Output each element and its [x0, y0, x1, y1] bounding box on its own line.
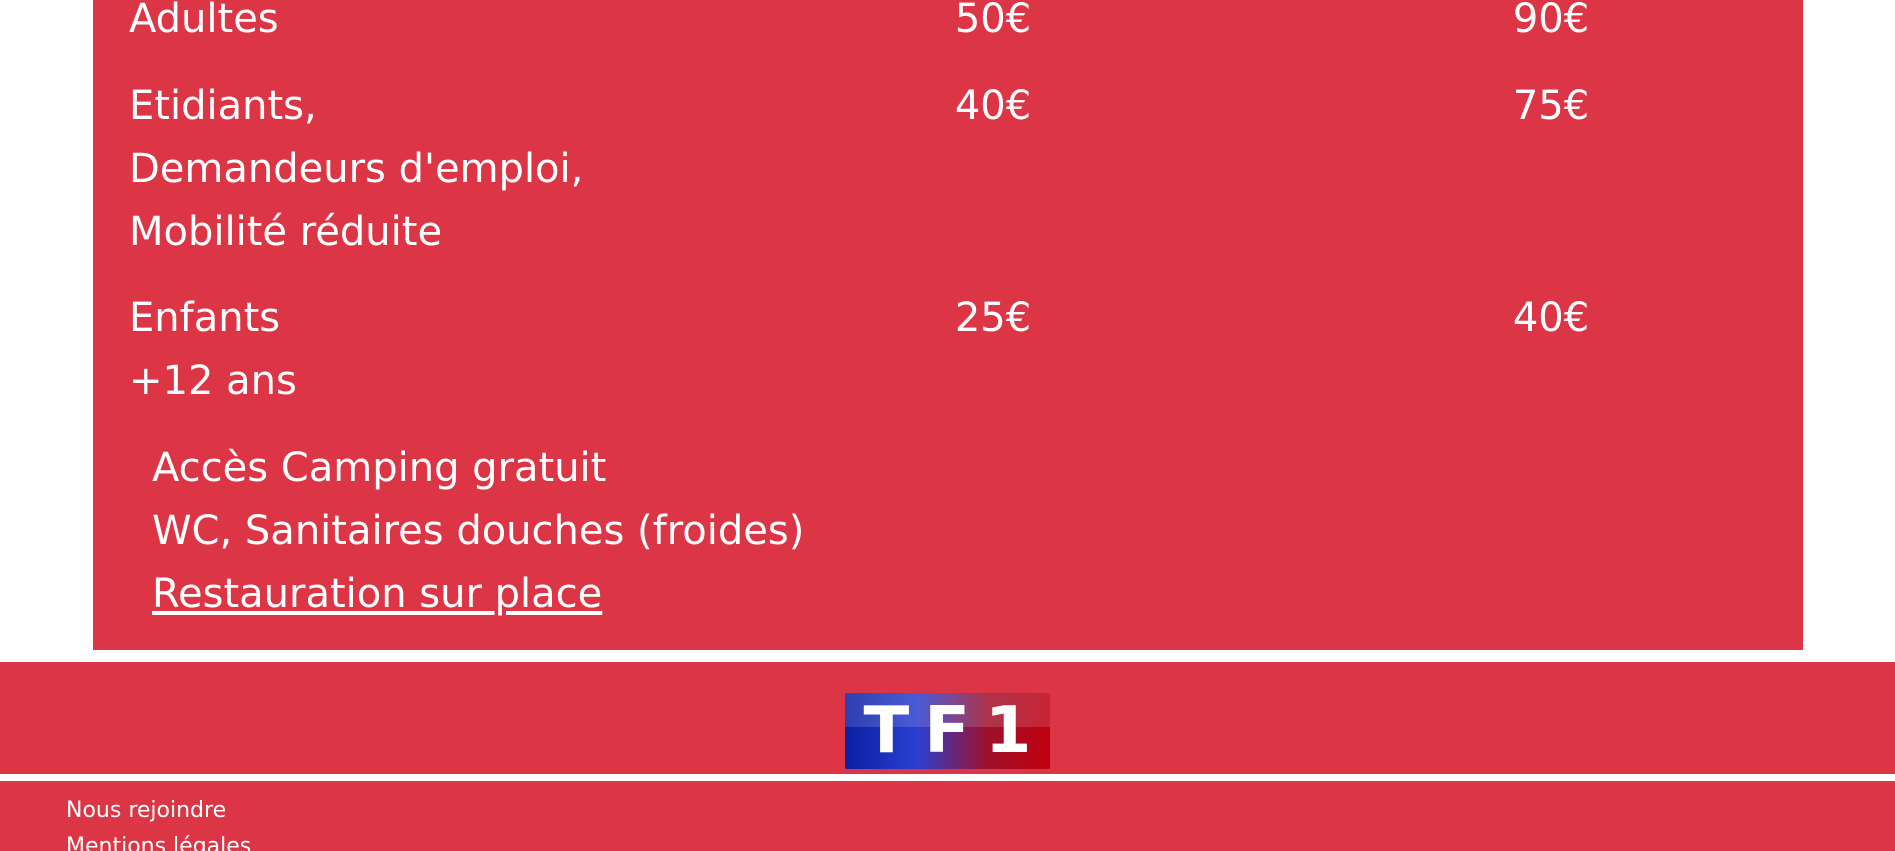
price-value: 75€: [1512, 83, 1590, 129]
category-label: Etidiants, Demandeurs d'emploi, Mobilité…: [129, 75, 779, 264]
amenities-list: Accès Camping gratuit WC, Sanitaires dou…: [152, 437, 804, 626]
logo-bar: TF1: [0, 662, 1895, 774]
category-line: Enfants: [129, 295, 281, 341]
page: Adultes 50€ 90€ Etidiants, Demandeurs d'…: [0, 0, 1895, 851]
price-value: 50€: [954, 0, 1032, 42]
category-label: Adultes: [129, 0, 779, 51]
footer-links: Nous rejoindre Mentions légales: [66, 793, 251, 851]
amenity-item: Restauration sur place: [152, 563, 804, 626]
tf1-logo-text: TF1: [863, 694, 1047, 768]
price-value: 40€: [954, 83, 1032, 129]
footer-link-nous-rejoindre[interactable]: Nous rejoindre: [66, 798, 226, 823]
price-value: 40€: [1512, 295, 1590, 341]
category-line: +12 ans: [129, 358, 297, 404]
tf1-logo[interactable]: TF1: [845, 693, 1050, 769]
price-value: 25€: [954, 295, 1032, 341]
category-line: Etidiants,: [129, 83, 317, 129]
category-line: Mobilité réduite: [129, 209, 443, 255]
price-value: 90€: [1512, 0, 1590, 42]
pricing-table: Adultes 50€ 90€ Etidiants, Demandeurs d'…: [93, 0, 1803, 650]
amenity-item: WC, Sanitaires douches (froides): [152, 508, 805, 554]
restauration-link[interactable]: Restauration sur place: [152, 571, 602, 617]
category-label: Enfants +12 ans: [129, 287, 779, 413]
footer: Nous rejoindre Mentions légales: [0, 781, 1895, 851]
amenity-item: Accès Camping gratuit: [152, 445, 607, 491]
footer-link-mentions-legales[interactable]: Mentions légales: [66, 834, 251, 851]
category-line: Adultes: [129, 0, 279, 42]
category-line: Demandeurs d'emploi,: [129, 146, 584, 192]
